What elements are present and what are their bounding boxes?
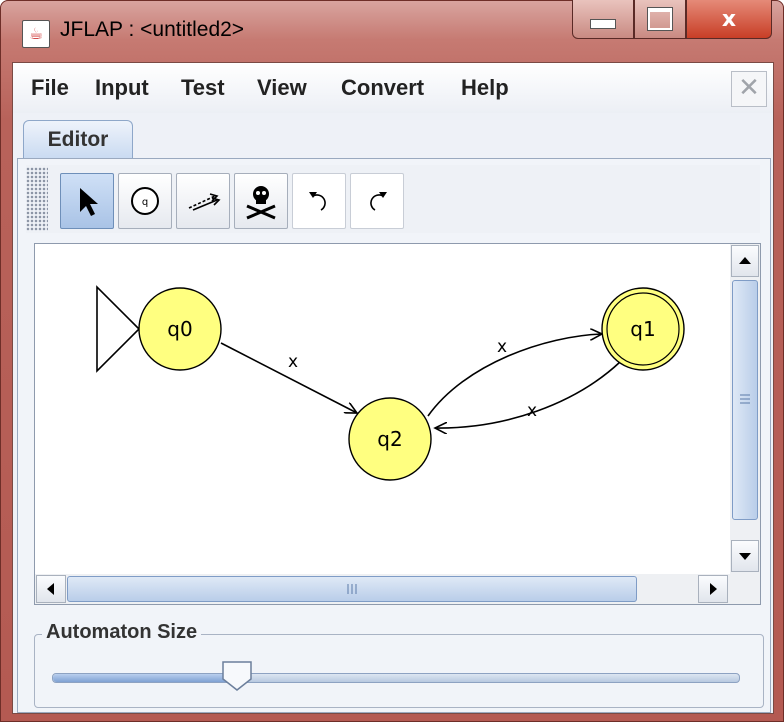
- toolbar-grip-handle[interactable]: [26, 167, 48, 231]
- java-app-icon[interactable]: ☕: [22, 20, 50, 48]
- horizontal-scrollbar[interactable]: [34, 574, 731, 605]
- tab-editor[interactable]: Editor: [23, 120, 133, 159]
- menu-test[interactable]: Test: [181, 75, 225, 101]
- state-label[interactable]: q0: [167, 317, 192, 341]
- undo-icon: [309, 192, 326, 211]
- menu-view[interactable]: View: [257, 75, 307, 101]
- scroll-down-button[interactable]: [731, 540, 759, 572]
- transition-label: x: [288, 352, 298, 372]
- scroll-up-button[interactable]: [731, 245, 759, 277]
- automaton-canvas[interactable]: x x x q0 q1 q2: [34, 243, 731, 575]
- transition-creator-tool-button[interactable]: [176, 173, 230, 229]
- svg-text:q: q: [142, 197, 148, 208]
- title-bar[interactable]: ☕ JFLAP : <untitled2> x: [0, 0, 784, 62]
- automaton-size-label: Automaton Size: [42, 621, 202, 644]
- redo-button[interactable]: [350, 173, 404, 229]
- transition-label: x: [497, 337, 507, 357]
- arrow-up-icon: [739, 257, 751, 264]
- state-circle-icon: q: [131, 187, 159, 215]
- horizontal-scroll-thumb[interactable]: [67, 576, 637, 602]
- arrow-right-icon: [710, 583, 717, 595]
- close-tab-icon: ✕: [738, 73, 760, 103]
- maximize-icon: [648, 8, 672, 30]
- undo-button[interactable]: [292, 173, 346, 229]
- transition-q2-q1: [427, 334, 602, 417]
- close-icon: x: [721, 6, 737, 32]
- vertical-scroll-thumb[interactable]: [732, 280, 758, 520]
- transition-label: x: [527, 401, 537, 421]
- minimize-icon: [590, 19, 616, 29]
- grip-lines-icon: [740, 394, 750, 404]
- redo-icon: [370, 192, 387, 211]
- initial-state-marker: [96, 285, 141, 373]
- menu-convert[interactable]: Convert: [341, 75, 424, 101]
- attribute-editor-tool-button[interactable]: [60, 173, 114, 229]
- automaton-diagram: x x x q0 q1 q2: [96, 285, 685, 481]
- slider-thumb-icon: [222, 661, 252, 691]
- close-tab-button[interactable]: ✕: [731, 71, 767, 107]
- menu-file[interactable]: File: [31, 75, 69, 101]
- scroll-corner: [730, 574, 761, 605]
- state-label[interactable]: q1: [630, 317, 655, 341]
- slider-fill: [53, 674, 239, 682]
- state-label[interactable]: q2: [377, 427, 402, 451]
- transition-arrow-icon: [188, 193, 221, 211]
- client-area: File Input Test View Convert Help ✕ Edit…: [12, 62, 774, 714]
- arrow-left-icon: [47, 583, 54, 595]
- grip-lines-icon: [347, 584, 357, 594]
- window-controls: x: [572, 0, 772, 40]
- menu-input[interactable]: Input: [95, 75, 149, 101]
- menu-bar: File Input Test View Convert Help ✕: [13, 63, 773, 113]
- minimize-button[interactable]: [572, 0, 634, 39]
- menu-help[interactable]: Help: [461, 75, 509, 101]
- arrow-down-icon: [739, 553, 751, 560]
- close-window-button[interactable]: x: [686, 0, 772, 39]
- scroll-left-button[interactable]: [36, 575, 66, 603]
- editor-toolbar: q: [26, 165, 760, 233]
- automaton-size-slider-knob[interactable]: [220, 659, 254, 693]
- maximize-button[interactable]: [634, 0, 686, 39]
- automaton-size-slider[interactable]: [52, 673, 740, 683]
- jflap-window: ☕ JFLAP : <untitled2> x File Input Test …: [0, 0, 784, 722]
- automaton-size-group: [34, 634, 764, 708]
- skull-crossbones-icon: [246, 186, 276, 220]
- window-title: JFLAP : <untitled2>: [60, 18, 245, 41]
- arrow-cursor-icon: [80, 188, 98, 216]
- editor-panel: q x x x q0 q1 q2 Automaton Size: [17, 158, 771, 713]
- deleter-tool-button[interactable]: [234, 173, 288, 229]
- state-creator-tool-button[interactable]: q: [118, 173, 172, 229]
- vertical-scrollbar[interactable]: [730, 243, 761, 575]
- scroll-right-button[interactable]: [698, 575, 728, 603]
